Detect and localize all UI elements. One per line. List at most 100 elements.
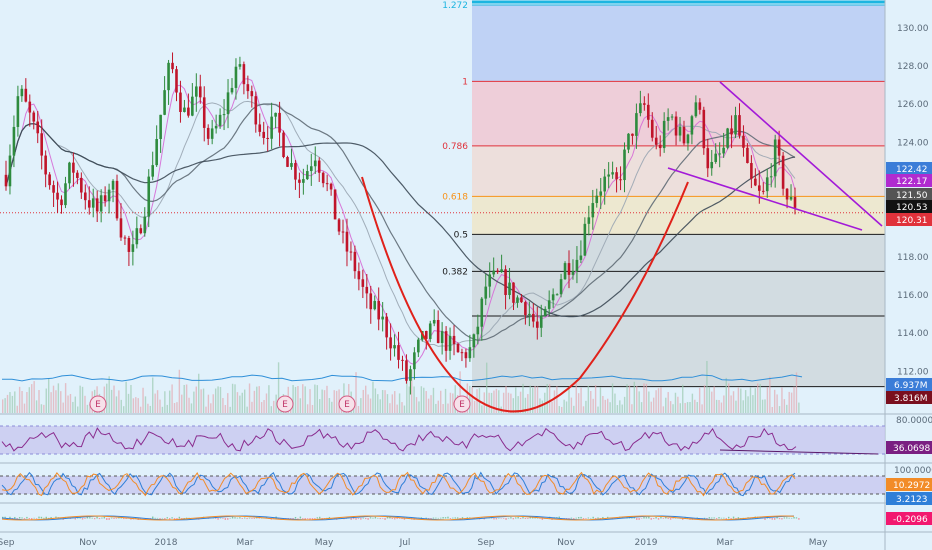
candle-body: [571, 270, 575, 275]
volume-bar: [381, 390, 384, 413]
fib-zone-4: [472, 234, 885, 272]
volume-bar: [86, 404, 89, 413]
candle-body: [543, 308, 547, 316]
candle-body: [83, 192, 87, 201]
time-tick-label: 2018: [155, 538, 178, 548]
volume-bar: [55, 390, 57, 413]
macd-histogram-bar: [732, 516, 735, 519]
candle-body: [28, 101, 32, 113]
candle-body: [694, 102, 698, 117]
candle-body: [143, 216, 147, 234]
volume-bar: [365, 385, 367, 413]
macd-histogram-bar: [778, 518, 781, 520]
volume-bar: [735, 400, 737, 413]
price-badge-label: 121.50: [896, 191, 928, 201]
volume-bar: [244, 389, 246, 413]
candle-body: [587, 217, 591, 224]
volume-bar: [386, 394, 389, 413]
macd-histogram-bar: [231, 516, 234, 519]
volume-bar: [304, 386, 306, 413]
volume-bar: [788, 391, 790, 413]
volume-bar: [418, 401, 420, 413]
volume-bar: [120, 399, 122, 413]
volume-bar: [314, 384, 316, 413]
macd-histogram-bar: [113, 518, 115, 519]
candle-body: [761, 190, 765, 192]
volume-bar: [11, 395, 14, 413]
candle-body: [428, 323, 432, 339]
volume-bar: [473, 400, 476, 413]
candle-body: [254, 96, 258, 125]
candle-body: [579, 255, 583, 260]
volume-bar: [374, 388, 377, 413]
candle-body: [99, 195, 103, 212]
volume-bar: [357, 406, 360, 413]
candle-body: [750, 163, 753, 179]
volume-bar: [636, 386, 638, 413]
macd-histogram-bar: [718, 517, 720, 519]
macd-histogram-bar: [570, 517, 573, 519]
volume-bar: [781, 387, 783, 413]
time-tick-label: Mar: [717, 538, 734, 548]
candle-body: [492, 270, 495, 275]
macd-histogram-bar: [517, 516, 519, 519]
candle-body: [710, 161, 714, 169]
volume-bar: [519, 391, 522, 413]
candle-body: [290, 163, 293, 167]
macd-histogram-bar: [350, 518, 352, 520]
volume-bar: [725, 377, 727, 413]
volume-badge-label: 6.937M: [894, 381, 928, 391]
volume-bar: [660, 387, 662, 413]
volume-bar: [682, 384, 684, 413]
volume-bar: [306, 404, 309, 413]
candle-body: [413, 352, 416, 370]
volume-bar: [616, 405, 619, 413]
volume-bar: [594, 385, 597, 413]
chart-canvas[interactable]: 1.272 1 0.786 0.618 0.5 0.382 E E E E 112.00 114.…: [0, 0, 932, 550]
volume-bar: [398, 393, 401, 413]
candle-body: [373, 300, 377, 310]
candle-body: [321, 172, 325, 184]
price-axis[interactable]: 112.00114.00116.00118.00120.00122.00124.…: [886, 24, 932, 525]
earnings-markers[interactable]: EEEE: [89, 395, 471, 413]
volume-bar: [437, 400, 439, 413]
macd-histogram-bar: [103, 516, 106, 519]
candle-body: [563, 263, 567, 280]
volume-bar: [553, 390, 556, 413]
candle-body: [286, 157, 289, 167]
time-tick-label: Nov: [557, 538, 575, 548]
candle-body: [746, 147, 749, 164]
volume-bar: [548, 384, 551, 413]
volume-bar: [239, 395, 241, 413]
candle-body: [68, 162, 71, 184]
volume-bar: [222, 398, 224, 413]
time-axis[interactable]: Sep Nov 2018 Mar May Jul Sep Nov 2019 Mar May: [0, 531, 932, 548]
candle-body: [452, 335, 456, 345]
candle-body: [389, 337, 392, 349]
volume-bar: [655, 390, 657, 413]
fib-zone-6: [472, 316, 885, 387]
macd-histogram-bar: [219, 517, 222, 519]
volume-bar: [185, 384, 188, 413]
volume-bar: [469, 385, 471, 413]
candle-body: [583, 223, 587, 256]
volume-bar: [590, 391, 592, 413]
volume-bar: [783, 399, 786, 413]
volume-bar: [580, 387, 582, 413]
candle-body: [662, 120, 666, 149]
stock-chart[interactable]: 1.272 1 0.786 0.618 0.5 0.382 E E E E 112.00 114.…: [0, 0, 932, 550]
macd-histogram-bar: [217, 518, 219, 520]
volume-bar: [130, 384, 132, 413]
volume-bar: [720, 402, 723, 413]
candle-body: [631, 133, 634, 136]
candle-body: [111, 180, 115, 190]
volume-bar: [23, 403, 26, 413]
volume-bar: [570, 397, 573, 413]
volume-bar: [611, 383, 614, 413]
macd-histogram-bar: [793, 516, 795, 519]
fib-zone-0: [472, 5, 885, 82]
volume-bar: [744, 390, 747, 413]
volume-bar: [619, 400, 621, 413]
volume-bar: [164, 391, 166, 413]
volume-bar: [263, 400, 265, 413]
